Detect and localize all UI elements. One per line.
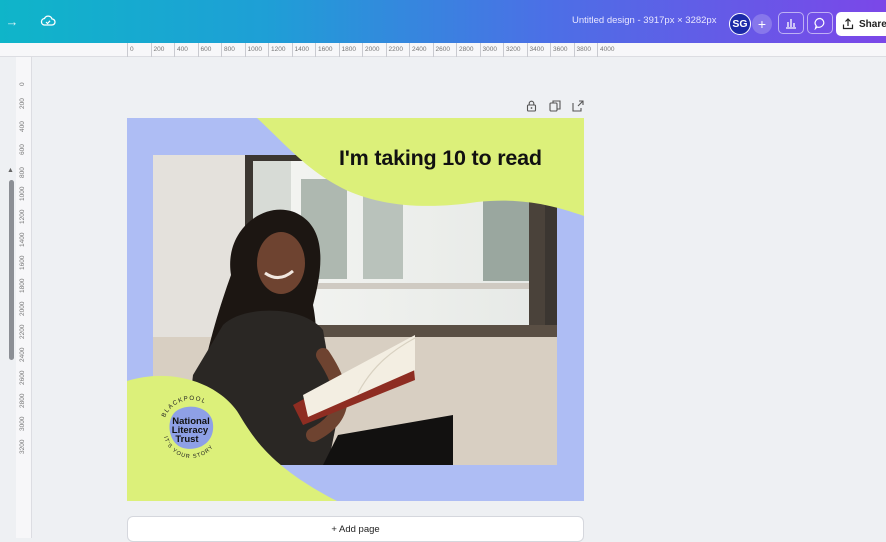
horizontal-ruler: 0 200 400 600 800 1000 1200 1400 1600 1800 2000 220… bbox=[0, 43, 886, 57]
vertical-scrollbar[interactable] bbox=[9, 180, 14, 360]
vertical-ruler: 0 200 400 600 800 1000 1200 1400 1600 1800 2000 220… bbox=[16, 57, 32, 538]
ruler-top-line bbox=[268, 43, 269, 57]
ruler-left-label: 2600 bbox=[19, 370, 26, 385]
ruler-top-line bbox=[456, 43, 457, 57]
ruler-left-label: 800 bbox=[19, 167, 26, 178]
ruler-left-label: 2400 bbox=[19, 347, 26, 362]
insights-button[interactable] bbox=[778, 12, 804, 34]
ruler-top-line bbox=[597, 43, 598, 57]
ruler-top-label: 3000 bbox=[482, 46, 497, 53]
ruler-top-label: 4000 bbox=[600, 46, 615, 53]
lime-wave-top bbox=[257, 118, 584, 216]
bar-chart-icon bbox=[786, 19, 796, 29]
comments-button[interactable] bbox=[807, 12, 833, 34]
design-artboard[interactable]: I'm taking 10 to read BLACKPOOL IT'S YOU… bbox=[127, 118, 584, 501]
upload-share-icon bbox=[842, 18, 854, 30]
ruler-top-label: 3400 bbox=[529, 46, 544, 53]
share-label: Share bbox=[859, 18, 886, 30]
ruler-top-label: 1000 bbox=[247, 46, 262, 53]
ruler-left-label: 2200 bbox=[19, 324, 26, 339]
ruler-top-line bbox=[127, 43, 128, 57]
ruler-top-label: 2400 bbox=[412, 46, 427, 53]
add-page-button[interactable]: + Add page bbox=[127, 516, 584, 542]
design-headline[interactable]: I'm taking 10 to read bbox=[339, 146, 542, 171]
top-toolbar: → Untitled design - 3917px × 3282px SG +… bbox=[0, 0, 886, 43]
ruler-top-label: 2800 bbox=[459, 46, 474, 53]
document-title[interactable]: Untitled design - 3917px × 3282px bbox=[572, 15, 716, 26]
ruler-top-line bbox=[432, 43, 434, 57]
ruler-left-label: 3000 bbox=[19, 416, 26, 431]
ruler-left-label: 1600 bbox=[19, 255, 26, 270]
ruler-left-label: 1200 bbox=[19, 209, 26, 224]
ruler-top-line bbox=[526, 43, 528, 57]
ruler-top-label: 3800 bbox=[576, 46, 591, 53]
ruler-top-line bbox=[550, 43, 551, 57]
ruler-top-label: 1600 bbox=[318, 46, 333, 53]
ruler-top-label: 600 bbox=[200, 46, 212, 53]
ruler-top-label: 400 bbox=[177, 46, 188, 53]
ruler-left-label: 1400 bbox=[19, 232, 26, 247]
ruler-top-label: 0 bbox=[130, 46, 134, 53]
ruler-left-label: 3200 bbox=[19, 439, 26, 454]
speech-bubble-icon bbox=[813, 17, 824, 30]
ruler-top-line bbox=[385, 43, 387, 57]
ruler-top-line bbox=[244, 43, 246, 57]
ruler-top-line bbox=[291, 43, 293, 57]
ruler-top-line bbox=[362, 43, 363, 57]
artboard-toolbar bbox=[524, 98, 585, 113]
cloud-sync-icon[interactable] bbox=[38, 12, 58, 30]
ruler-top-label: 2000 bbox=[365, 46, 380, 53]
ruler-top-label: 1200 bbox=[271, 46, 286, 53]
ruler-left-label: 2000 bbox=[19, 301, 26, 316]
ruler-top-label: 1400 bbox=[294, 46, 309, 53]
share-button[interactable]: Share bbox=[836, 12, 886, 36]
redo-arrow-icon[interactable]: → bbox=[4, 12, 20, 30]
ruler-top-line bbox=[338, 43, 340, 57]
ruler-top-label: 3600 bbox=[553, 46, 568, 53]
ruler-top-label: 200 bbox=[153, 46, 165, 53]
lock-icon[interactable] bbox=[524, 98, 539, 113]
logo-name-line3: Trust bbox=[175, 434, 199, 445]
ruler-top-label: 800 bbox=[224, 46, 235, 53]
duplicate-page-icon[interactable] bbox=[547, 98, 562, 113]
ruler-left-label: 400 bbox=[19, 121, 26, 132]
ruler-top-line bbox=[315, 43, 316, 57]
ruler-top-label: 3200 bbox=[506, 46, 521, 53]
add-page-export-icon[interactable] bbox=[570, 98, 585, 113]
ruler-top-label: 2600 bbox=[435, 46, 450, 53]
ruler-top-line bbox=[221, 43, 222, 57]
ruler-left-label: 1000 bbox=[19, 186, 26, 201]
ruler-top-line bbox=[409, 43, 410, 57]
ruler-top-line bbox=[479, 43, 481, 57]
ruler-top-label: 1800 bbox=[341, 46, 356, 53]
user-avatar[interactable]: SG bbox=[729, 13, 751, 35]
ruler-left-label: 1800 bbox=[19, 278, 26, 293]
ruler-top-line bbox=[150, 43, 152, 57]
invite-plus-button[interactable]: + bbox=[752, 14, 772, 34]
ruler-top-label: 2200 bbox=[388, 46, 403, 53]
ruler-top-line bbox=[503, 43, 504, 57]
ruler-left-label: 2800 bbox=[19, 393, 26, 408]
national-literacy-trust-logo[interactable]: BLACKPOOL IT'S YOUR STORY National Liter… bbox=[153, 390, 229, 466]
ruler-left-label: 200 bbox=[19, 98, 26, 109]
ruler-top-line bbox=[573, 43, 575, 57]
ruler-top-line bbox=[174, 43, 175, 57]
ruler-top-line bbox=[197, 43, 199, 57]
scroll-up-arrow-icon[interactable]: ▲ bbox=[7, 167, 14, 174]
ruler-left-label: 0 bbox=[19, 82, 26, 86]
ruler-left-label: 600 bbox=[19, 144, 26, 155]
